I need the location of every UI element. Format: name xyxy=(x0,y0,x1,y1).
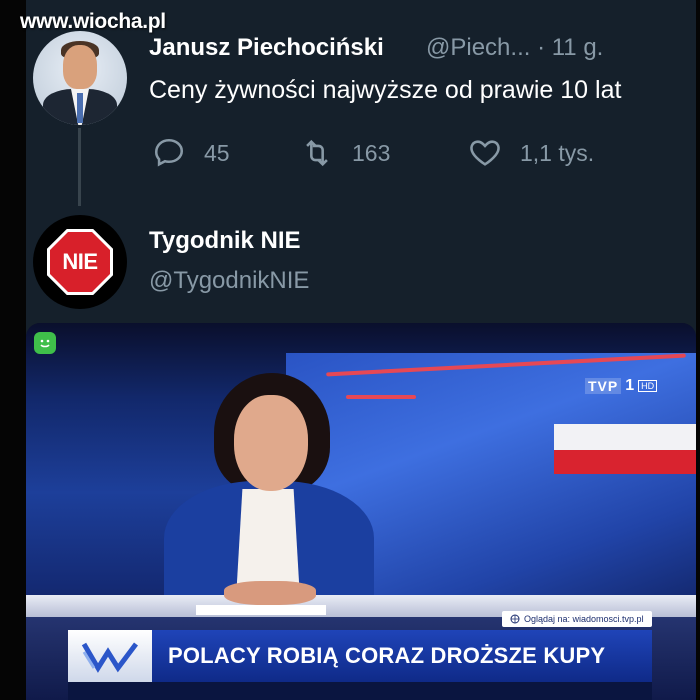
watermark: www.wiocha.pl xyxy=(20,10,166,33)
retweet-count: 163 xyxy=(352,139,391,166)
news-headline: POLACY ROBIĄ CORAZ DROŻSZE KUPY xyxy=(168,643,606,668)
hd-badge: HD xyxy=(638,380,658,392)
like-button[interactable]: 1,1 tys. xyxy=(468,136,594,170)
like-count: 1,1 tys. xyxy=(520,139,595,166)
tvp1-logo: TVP 1 HD xyxy=(585,377,658,395)
tweet1-author-name[interactable]: Janusz Piechociński xyxy=(149,34,384,62)
watch-online-text: Oglądaj na: wiadomosci.tvp.pl xyxy=(524,614,644,624)
reply-button[interactable]: 45 xyxy=(152,136,230,170)
retweet-icon xyxy=(306,139,328,167)
tweet1-handle-time[interactable]: @Piech... · 11 g. xyxy=(426,34,603,62)
news-anchor-hands xyxy=(224,581,316,605)
news-ticker-bar: POLACY ROBIĄ CORAZ DROŻSZE KUPY xyxy=(152,630,652,682)
studio-stripe xyxy=(346,395,416,399)
tweet2-author-name[interactable]: Tygodnik NIE xyxy=(149,227,301,255)
reply-count: 45 xyxy=(204,139,230,166)
tweet-media-image[interactable]: TVP 1 HD Oglądaj na: wiadomosci.tvp.pl P… xyxy=(26,323,696,700)
tweet1-text: Ceny żywności najwyższe od prawie 10 lat xyxy=(149,76,622,104)
thread-connector-line xyxy=(78,128,81,206)
desk-papers xyxy=(196,605,326,615)
tvp-logo-text: TVP xyxy=(585,378,622,394)
avatar-janusz[interactable] xyxy=(33,31,127,125)
smiley-badge-icon xyxy=(34,332,56,354)
globe-icon xyxy=(510,614,520,624)
heart-icon xyxy=(470,140,500,166)
retweet-button[interactable]: 163 xyxy=(300,136,390,170)
flag-red-band xyxy=(554,450,696,474)
wiadomosci-logo-icon xyxy=(68,630,152,682)
ticker-bottom-strip xyxy=(68,682,652,700)
tweet2-handle[interactable]: @TygodnikNIE xyxy=(149,267,309,295)
tvp-channel-number: 1 xyxy=(625,377,635,394)
avatar-tygodnik-nie[interactable]: NIE xyxy=(33,215,127,309)
reply-icon xyxy=(154,138,184,167)
avatar-nie-text: NIE xyxy=(62,249,98,274)
watch-online-banner: Oglądaj na: wiadomosci.tvp.pl xyxy=(502,611,652,627)
news-anchor-face xyxy=(234,395,308,491)
flag-white-band xyxy=(554,424,696,450)
